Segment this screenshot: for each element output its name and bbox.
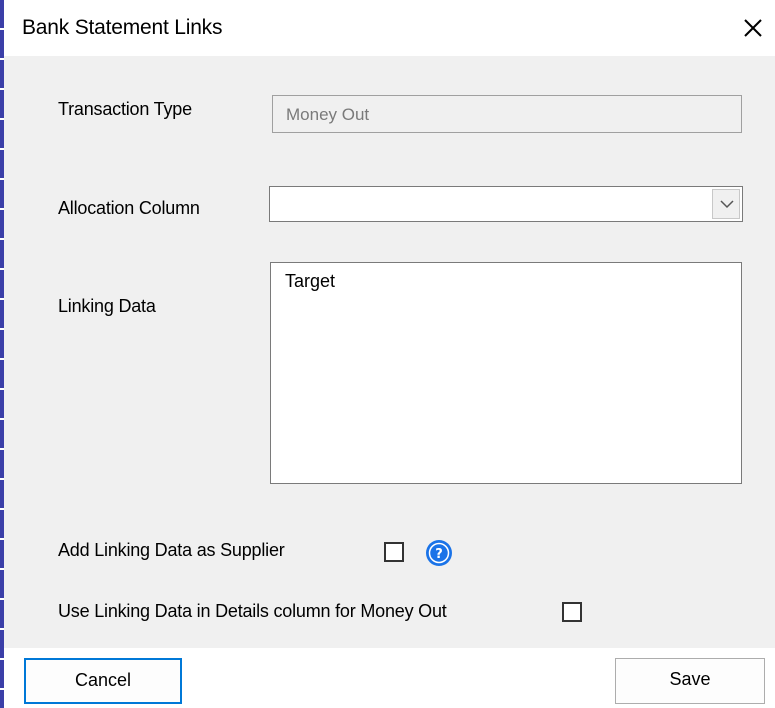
use-in-details-checkbox[interactable] bbox=[562, 602, 582, 622]
save-button-label: Save bbox=[669, 669, 711, 689]
svg-text:?: ? bbox=[435, 547, 443, 562]
close-button[interactable] bbox=[735, 10, 771, 46]
transaction-type-label: Transaction Type bbox=[58, 99, 192, 119]
help-button[interactable]: ? bbox=[424, 538, 454, 568]
window-left-border bbox=[0, 0, 4, 708]
cancel-button-label: Cancel bbox=[74, 670, 132, 690]
allocation-column-dropdown-button[interactable] bbox=[712, 189, 740, 219]
button-bar: Cancel Save bbox=[4, 648, 775, 708]
allocation-column-select[interactable] bbox=[269, 186, 743, 222]
add-as-supplier-label: Add Linking Data as Supplier bbox=[58, 540, 285, 560]
cancel-button[interactable]: Cancel bbox=[24, 658, 182, 704]
use-in-details-label: Use Linking Data in Details column for M… bbox=[58, 601, 447, 621]
save-button[interactable]: Save bbox=[615, 658, 765, 704]
transaction-type-value: Money Out bbox=[286, 105, 370, 124]
add-as-supplier-checkbox[interactable] bbox=[384, 542, 404, 562]
allocation-column-label: Allocation Column bbox=[58, 198, 200, 218]
close-icon bbox=[744, 19, 762, 37]
dialog-window: Bank Statement Links Transaction Type Mo… bbox=[0, 0, 775, 708]
linking-data-textarea[interactable]: Target bbox=[270, 262, 742, 484]
linking-data-label: Linking Data bbox=[58, 296, 156, 316]
dialog-title: Bank Statement Links bbox=[22, 16, 223, 39]
title-bar: Bank Statement Links bbox=[4, 0, 775, 56]
transaction-type-field: Money Out bbox=[272, 95, 742, 133]
linking-data-value: Target bbox=[285, 271, 336, 291]
chevron-down-icon bbox=[720, 200, 734, 209]
help-icon: ? bbox=[426, 540, 452, 566]
